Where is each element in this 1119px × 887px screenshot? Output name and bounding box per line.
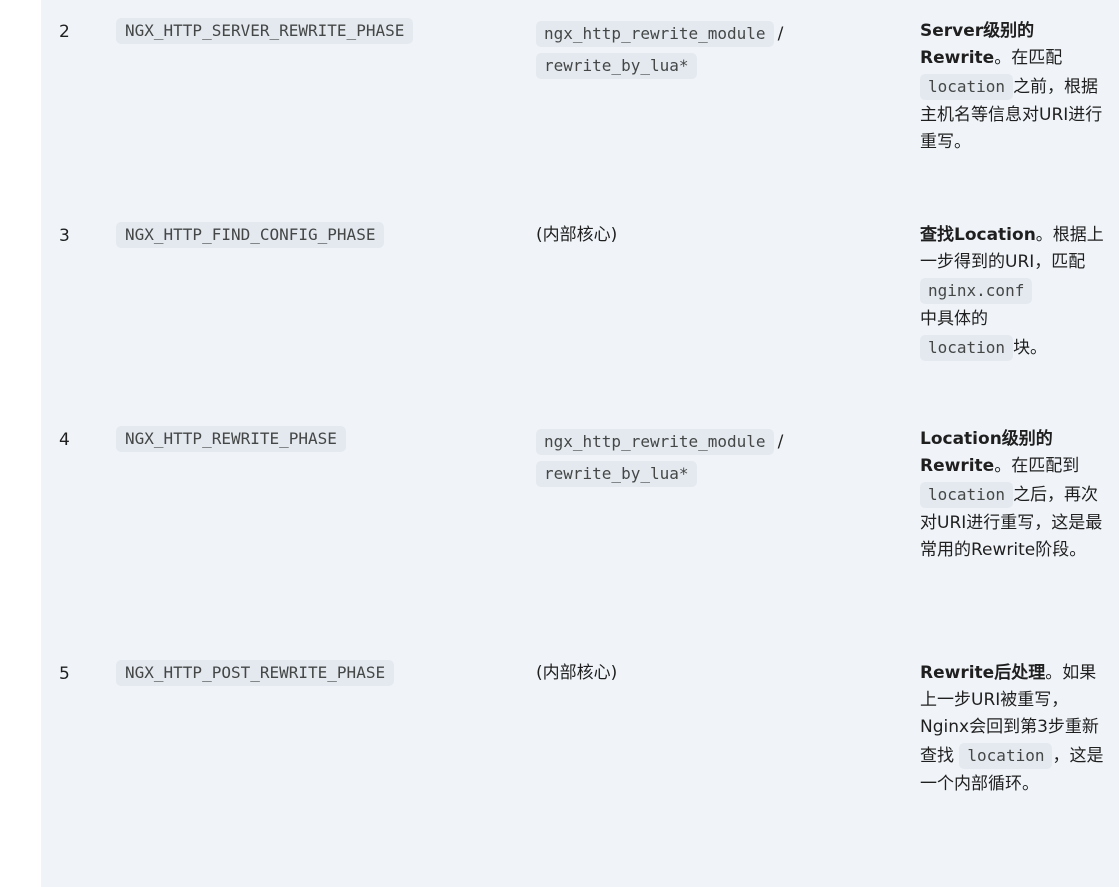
- description-text: 。在匹配: [994, 48, 1063, 68]
- inline-code: nginx.conf: [920, 278, 1033, 304]
- module-text: (内部核心): [536, 225, 618, 245]
- phase-table: 2 NGX_HTTP_SERVER_REWRITE_PHASE ngx_http…: [41, 0, 1119, 887]
- inline-code: location: [920, 74, 1014, 100]
- description-title: 查找Location: [920, 225, 1036, 245]
- phase-code: NGX_HTTP_POST_REWRITE_PHASE: [116, 660, 395, 686]
- phase-number: 5: [59, 664, 70, 684]
- phase-name: NGX_HTTP_FIND_CONFIG_PHASE: [116, 222, 385, 248]
- module-cell: ngx_http_rewrite_module / rewrite_by_lua*: [536, 18, 886, 82]
- inline-code: location: [920, 482, 1014, 508]
- description-text: 块。: [1013, 338, 1048, 358]
- description: Rewrite后处理。如果上一步URI被重写，Nginx会回到第3步重新查找 l…: [920, 660, 1110, 798]
- inline-code: location: [920, 335, 1014, 361]
- phase-name: NGX_HTTP_REWRITE_PHASE: [116, 426, 346, 452]
- description: Server级别的Rewrite。在匹配 location 之前，根据主机名等信息…: [920, 18, 1110, 156]
- module-separator: /: [777, 432, 784, 452]
- module-code: ngx_http_rewrite_module: [536, 429, 774, 455]
- inline-code: location: [959, 743, 1053, 769]
- phase-name: NGX_HTTP_SERVER_REWRITE_PHASE: [116, 18, 414, 44]
- module-cell: ngx_http_rewrite_module / rewrite_by_lua*: [536, 426, 886, 490]
- module-separator: /: [777, 24, 784, 44]
- module-code: rewrite_by_lua*: [536, 461, 697, 487]
- module-code: ngx_http_rewrite_module: [536, 21, 774, 47]
- description-text: 中具体的: [920, 309, 988, 329]
- description: 查找Location。根据上一步得到的URI，匹配 nginx.conf 中具体的…: [920, 222, 1110, 363]
- module-cell: (内部核心): [536, 660, 886, 686]
- description-title: Rewrite后处理: [920, 663, 1046, 683]
- phase-code: NGX_HTTP_SERVER_REWRITE_PHASE: [116, 18, 414, 44]
- phase-number: 2: [59, 22, 70, 42]
- phase-code: NGX_HTTP_REWRITE_PHASE: [116, 426, 346, 452]
- description: Location级别的Rewrite。在匹配到 location 之后，再次对UR…: [920, 426, 1110, 564]
- description-text: 。在匹配到: [994, 456, 1080, 476]
- phase-number: 4: [59, 430, 70, 450]
- phase-code: NGX_HTTP_FIND_CONFIG_PHASE: [116, 222, 385, 248]
- module-text: (内部核心): [536, 663, 618, 683]
- phase-number: 3: [59, 226, 70, 246]
- module-cell: (内部核心): [536, 222, 886, 248]
- phase-name: NGX_HTTP_POST_REWRITE_PHASE: [116, 660, 395, 686]
- module-code: rewrite_by_lua*: [536, 53, 697, 79]
